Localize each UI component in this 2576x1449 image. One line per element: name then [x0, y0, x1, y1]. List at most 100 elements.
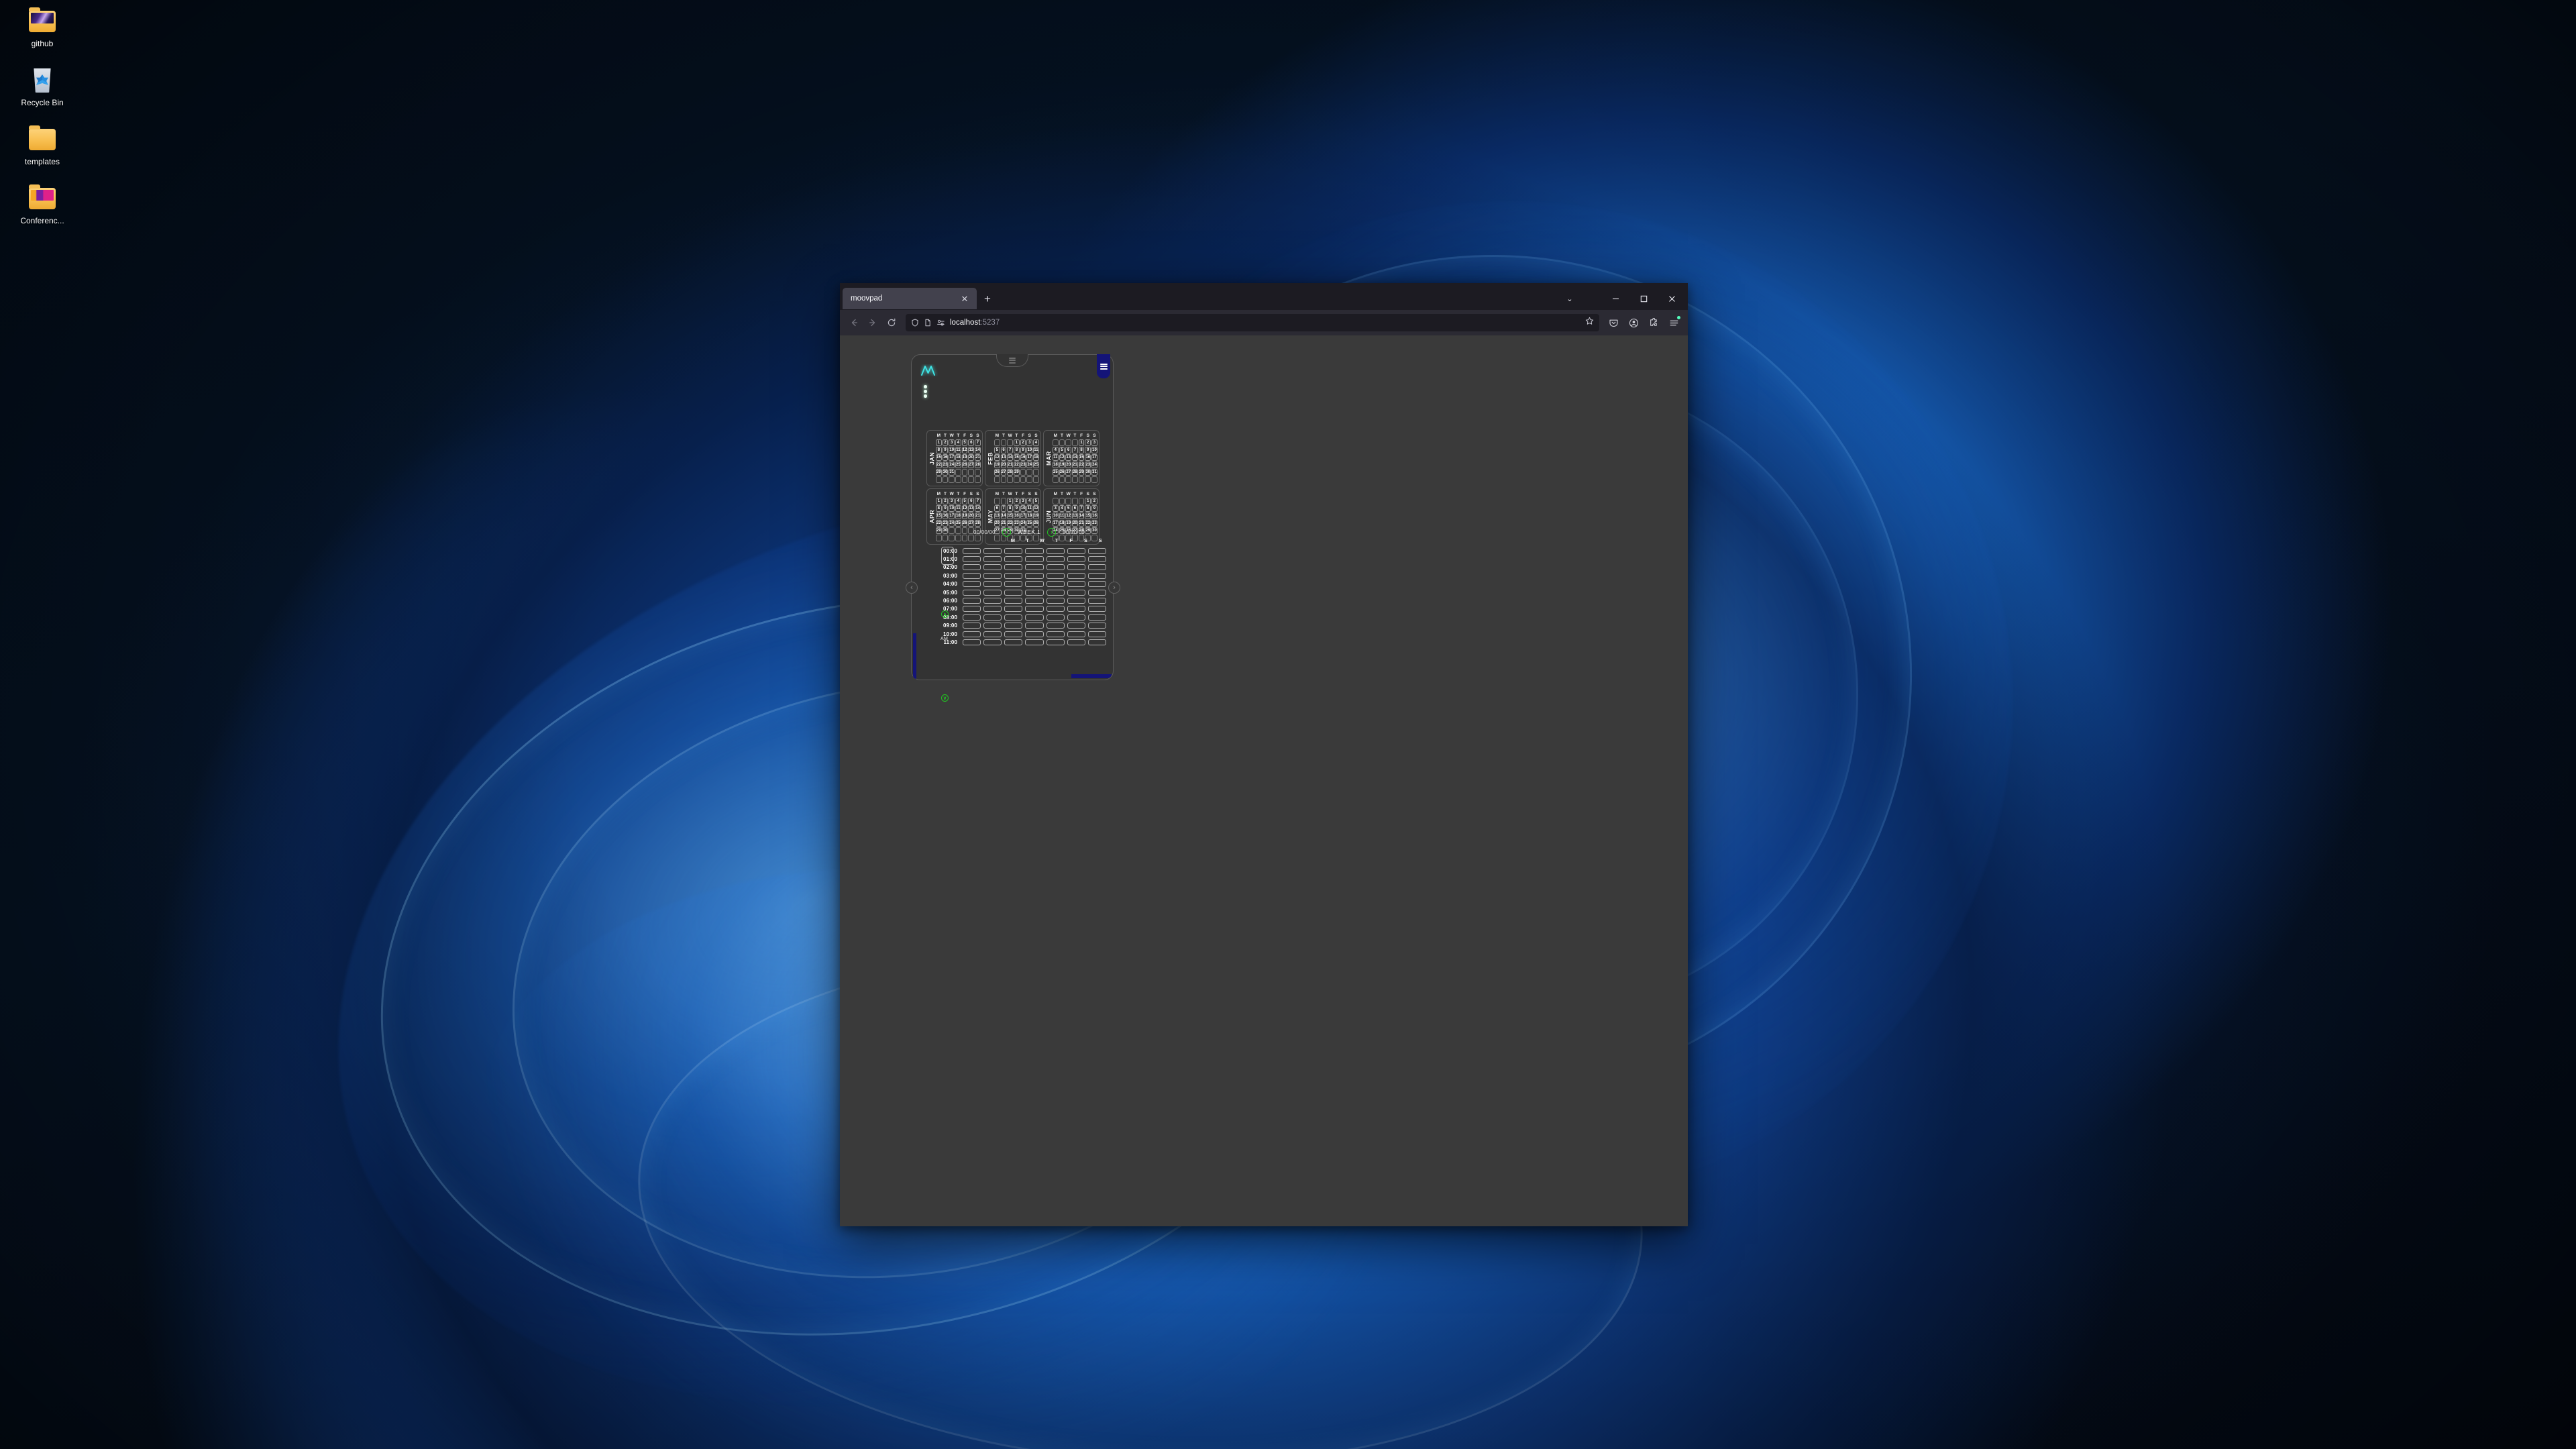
- day-cell[interactable]: 11: [1053, 454, 1059, 461]
- day-cell[interactable]: 9: [942, 447, 949, 453]
- time-slot[interactable]: [1046, 623, 1065, 629]
- day-cell[interactable]: 20: [994, 520, 1000, 527]
- day-cell[interactable]: 5: [961, 439, 968, 446]
- day-cell[interactable]: 10: [1091, 447, 1097, 453]
- day-cell[interactable]: 7: [1007, 447, 1014, 453]
- day-cell[interactable]: 18: [1026, 513, 1033, 519]
- day-cell[interactable]: 18: [955, 513, 961, 519]
- day-cell[interactable]: 5: [961, 498, 968, 504]
- day-cell[interactable]: 28: [1072, 469, 1078, 476]
- time-slot[interactable]: [1004, 572, 1023, 579]
- day-cell[interactable]: 15: [1014, 454, 1020, 461]
- day-cell[interactable]: 13: [968, 447, 975, 453]
- day-cell[interactable]: 6: [1065, 447, 1072, 453]
- day-cell[interactable]: 3: [1020, 498, 1026, 504]
- back-icon[interactable]: [845, 314, 863, 331]
- day-cell[interactable]: 26: [1033, 520, 1039, 527]
- time-slot[interactable]: [1004, 581, 1023, 588]
- day-cell[interactable]: 19: [994, 462, 1000, 468]
- day-cell[interactable]: 28: [975, 520, 981, 527]
- time-slot[interactable]: [963, 606, 981, 612]
- time-slot[interactable]: [1025, 564, 1044, 571]
- time-slot[interactable]: [1087, 572, 1106, 579]
- day-cell[interactable]: 26: [994, 469, 1000, 476]
- day-cell[interactable]: 14: [1072, 454, 1078, 461]
- day-cell[interactable]: 27: [1065, 469, 1072, 476]
- time-slot[interactable]: [983, 564, 1002, 571]
- time-slot[interactable]: [1046, 589, 1065, 596]
- time-slot[interactable]: [1087, 606, 1106, 612]
- day-cell[interactable]: 19: [1059, 462, 1065, 468]
- day-cell[interactable]: 27: [1000, 469, 1007, 476]
- carousel-prev-button[interactable]: ‹: [906, 582, 918, 594]
- day-cell[interactable]: 12: [961, 447, 968, 453]
- time-slot[interactable]: [1067, 572, 1085, 579]
- time-slot[interactable]: [1067, 598, 1085, 604]
- day-cell[interactable]: 23: [1020, 462, 1026, 468]
- day-cell[interactable]: 8: [1085, 505, 1091, 512]
- day-cell[interactable]: 14: [1078, 513, 1085, 519]
- scroll-up-button[interactable]: ∧: [941, 610, 949, 618]
- time-slot[interactable]: [1004, 564, 1023, 571]
- day-cell[interactable]: 8: [1078, 447, 1085, 453]
- time-slot[interactable]: [1004, 631, 1023, 637]
- day-cell[interactable]: 11: [1026, 505, 1033, 512]
- kebab-menu-button[interactable]: [924, 385, 927, 398]
- time-slot[interactable]: [1025, 547, 1044, 554]
- month-card-jan[interactable]: JAN M T W T F S S 1 2 3 4 5 6 7 8 9 10 11 12 13 14 15 16 17 18 19 2…: [926, 430, 983, 486]
- time-slot[interactable]: [983, 631, 1002, 637]
- time-slot[interactable]: [1087, 564, 1106, 571]
- time-slot[interactable]: [1046, 631, 1065, 637]
- day-cell[interactable]: 17: [1020, 513, 1026, 519]
- time-slot[interactable]: [1025, 572, 1044, 579]
- day-cell[interactable]: 15: [1085, 513, 1091, 519]
- day-cell[interactable]: 12: [994, 454, 1000, 461]
- day-cell[interactable]: 25: [1033, 462, 1039, 468]
- day-cell[interactable]: 19: [1065, 520, 1072, 527]
- save-to-pocket-icon[interactable]: [1605, 314, 1622, 331]
- day-cell[interactable]: 19: [1033, 513, 1039, 519]
- day-cell[interactable]: 4: [1026, 498, 1033, 504]
- time-slot[interactable]: [1025, 556, 1044, 563]
- account-icon[interactable]: [1625, 314, 1642, 331]
- day-cell[interactable]: 20: [1072, 520, 1078, 527]
- time-slot[interactable]: [1067, 547, 1085, 554]
- day-cell[interactable]: 29: [936, 469, 942, 476]
- day-cell[interactable]: 14: [975, 447, 981, 453]
- bookmark-star-icon[interactable]: [1585, 317, 1594, 329]
- time-slot[interactable]: [1046, 614, 1065, 621]
- time-slot[interactable]: [1067, 639, 1085, 645]
- time-slot[interactable]: [1046, 572, 1065, 579]
- day-cell[interactable]: 26: [961, 520, 968, 527]
- time-slot[interactable]: [1067, 589, 1085, 596]
- day-cell[interactable]: 22: [1014, 462, 1020, 468]
- time-slot[interactable]: [1025, 631, 1044, 637]
- day-cell[interactable]: 21: [1078, 520, 1085, 527]
- day-cell[interactable]: 24: [1026, 462, 1033, 468]
- maximize-button[interactable]: [1630, 288, 1657, 309]
- day-cell[interactable]: 2: [1091, 498, 1097, 504]
- time-slot[interactable]: [1025, 623, 1044, 629]
- close-button[interactable]: [1658, 288, 1685, 309]
- time-slot[interactable]: [963, 631, 981, 637]
- time-slot[interactable]: [1004, 639, 1023, 645]
- time-slot[interactable]: [1004, 556, 1023, 563]
- day-cell[interactable]: 21: [975, 454, 981, 461]
- day-cell[interactable]: 6: [1072, 505, 1078, 512]
- time-slot[interactable]: [983, 589, 1002, 596]
- site-settings-icon[interactable]: [936, 319, 945, 327]
- day-cell[interactable]: 16: [1085, 454, 1091, 461]
- time-slot[interactable]: [1067, 606, 1085, 612]
- day-cell[interactable]: 2: [1014, 498, 1020, 504]
- time-slot[interactable]: [1004, 614, 1023, 621]
- time-slot[interactable]: [1087, 631, 1106, 637]
- day-cell[interactable]: 9: [1091, 505, 1097, 512]
- day-cell[interactable]: 11: [955, 505, 961, 512]
- day-cell[interactable]: 9: [942, 505, 949, 512]
- time-slot[interactable]: [963, 547, 981, 554]
- moovpad-logo[interactable]: [920, 364, 938, 376]
- day-cell[interactable]: 24: [1091, 462, 1097, 468]
- time-slot[interactable]: [1087, 639, 1106, 645]
- day-cell[interactable]: 25: [1026, 520, 1033, 527]
- day-cell[interactable]: 2: [942, 498, 949, 504]
